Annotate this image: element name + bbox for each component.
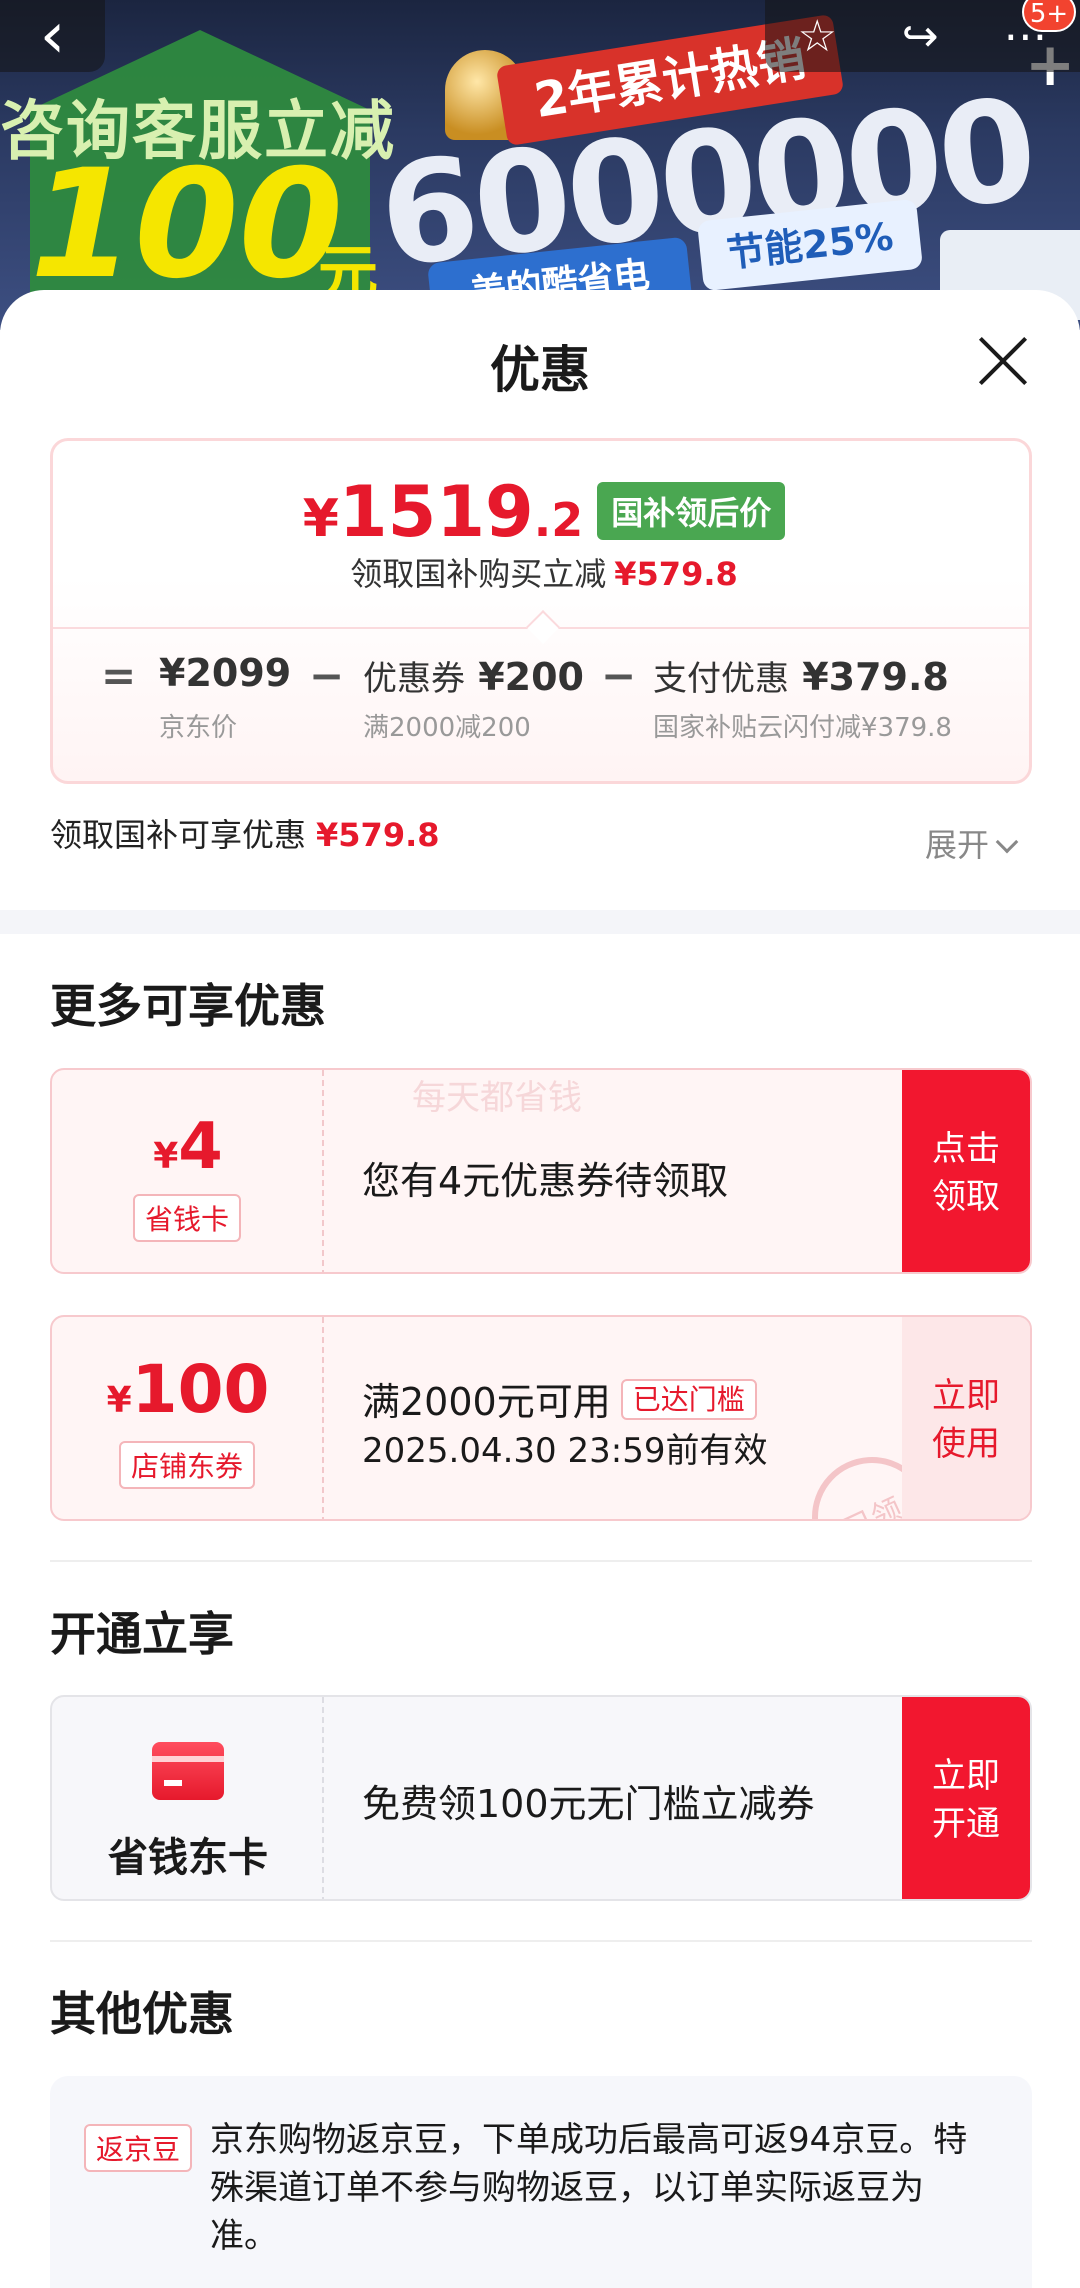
other-discount-box: 返京豆 京东购物返京豆，下单成功后最高可返94京豆。特殊渠道订单不参与购物返豆，… bbox=[50, 2076, 1032, 2288]
membership-text: 免费领100元无门槛立减券 bbox=[362, 1782, 815, 1826]
coupon-watermark: 每天都省钱 bbox=[412, 1078, 582, 1118]
coupon-amount: ¥100 bbox=[52, 1351, 324, 1428]
coupon-left: ¥100 店铺东券 bbox=[52, 1317, 324, 1519]
coupon-left: ¥4 省钱卡 bbox=[52, 1070, 324, 1272]
expand-toggle[interactable]: 展开 bbox=[925, 820, 1019, 866]
jd-price-label: 京东价 bbox=[159, 713, 238, 743]
membership-name: 省钱东卡 bbox=[108, 1835, 268, 1881]
coupon-text: 您有4元优惠券待领取 bbox=[362, 1159, 729, 1203]
close-icon[interactable] bbox=[975, 333, 1031, 389]
price-sub-line: 领取国补购买立减 ¥579.8 bbox=[53, 549, 1029, 595]
coupon-condition: 满2000元可用 已达门槛 bbox=[362, 1371, 757, 1426]
gov-subsidy-tag: 国补领后价 bbox=[597, 482, 786, 540]
section-divider bbox=[50, 1940, 1032, 1942]
credit-card-icon bbox=[152, 1742, 224, 1800]
chevron-down-icon bbox=[995, 830, 1019, 854]
open-membership-button[interactable]: 立即 开通 bbox=[902, 1697, 1030, 1899]
coupon-breakdown-value: ¥200 bbox=[478, 655, 584, 699]
price-integer: 1519 bbox=[338, 471, 534, 553]
coupon-card-saving: ¥4 省钱卡 每天都省钱 您有4元优惠券待领取 点击 领取 bbox=[50, 1068, 1032, 1274]
final-price: ¥1519.2 bbox=[303, 471, 584, 553]
price-decimal: .2 bbox=[533, 493, 584, 547]
minus-sign-1: − bbox=[309, 651, 345, 700]
expand-label: 展开 bbox=[925, 826, 990, 864]
price-symbol: ¥ bbox=[302, 489, 339, 549]
equals-sign: = bbox=[101, 651, 137, 700]
open-membership-title: 开通立享 bbox=[50, 1607, 234, 1661]
coupon-amount-value: 4 bbox=[178, 1110, 223, 1184]
section-gap bbox=[0, 910, 1080, 934]
price-breakdown: = ¥2099 京东价 − 优惠券 ¥200 满2000减200 − 支付优惠 … bbox=[53, 651, 1029, 771]
share-icon[interactable]: ↪ bbox=[902, 11, 939, 62]
price-card: ¥1519.2 国补领后价 领取国补购买立减 ¥579.8 = ¥2099 京东价… bbox=[50, 438, 1032, 784]
star-icon[interactable]: ☆ bbox=[797, 11, 836, 62]
pay-breakdown-value: ¥379.8 bbox=[802, 655, 949, 699]
jd-bean-text: 京东购物返京豆，下单成功后最高可返94京豆。特殊渠道订单不参与购物返豆，以订单实… bbox=[210, 2120, 968, 2256]
coupon-breakdown-desc: 满2000减200 bbox=[363, 713, 531, 743]
jd-price: ¥2099 bbox=[159, 651, 292, 695]
enjoy-value: ¥579.8 bbox=[316, 816, 440, 854]
membership-left: 省钱东卡 bbox=[52, 1697, 324, 1899]
coupon-card-store: ¥100 店铺东券 满2000元可用 已达门槛 2025.04.30 23:59前… bbox=[50, 1315, 1032, 1521]
coupon-type-tag: 省钱卡 bbox=[132, 1194, 242, 1242]
coupon-amount: ¥4 bbox=[52, 1110, 324, 1184]
claim-button[interactable]: 点击 领取 bbox=[902, 1070, 1030, 1272]
price-sub-value: ¥579.8 bbox=[614, 555, 738, 593]
pay-breakdown-label: 支付优惠 bbox=[653, 659, 789, 699]
open-membership-label: 立即 开通 bbox=[932, 1756, 1000, 1844]
notification-badge: 5+ bbox=[1022, 0, 1076, 32]
chevron-left-icon: ‹ bbox=[39, 0, 66, 73]
coupon-amount-value: 100 bbox=[131, 1351, 270, 1428]
minus-sign-2: − bbox=[601, 651, 637, 700]
enjoy-line: 领取国补可享优惠 ¥579.8 bbox=[50, 810, 440, 856]
other-discounts-title: 其他优惠 bbox=[50, 1987, 234, 2041]
sheet-title: 优惠 bbox=[490, 341, 590, 399]
divider-notch bbox=[526, 610, 560, 644]
coupon-breakdown: 优惠券 ¥200 bbox=[363, 651, 584, 700]
use-button[interactable]: 立即 使用 bbox=[902, 1317, 1030, 1519]
coupon-symbol: ¥ bbox=[106, 1380, 132, 1421]
use-button-label: 立即 使用 bbox=[932, 1376, 1000, 1464]
coupon-expiry: 2025.04.30 23:59前有效 bbox=[362, 1431, 768, 1471]
pay-breakdown-desc: 国家补贴云闪付减¥379.8 bbox=[653, 713, 952, 743]
claim-button-label: 点击 领取 bbox=[932, 1129, 1000, 1217]
price-sub-label: 领取国补购买立减 bbox=[350, 555, 607, 593]
pay-breakdown: 支付优惠 ¥379.8 bbox=[653, 651, 949, 700]
membership-card: 省钱东卡 免费领100元无门槛立减券 立即 开通 bbox=[50, 1695, 1032, 1901]
banner-promo-amount: 100 bbox=[30, 138, 344, 312]
more-discounts-title: 更多可享优惠 bbox=[50, 979, 326, 1033]
section-divider bbox=[50, 1560, 1032, 1562]
coupon-type-tag: 店铺东券 bbox=[118, 1441, 256, 1489]
price-row: ¥1519.2 国补领后价 bbox=[53, 471, 1029, 553]
jd-bean-tag: 返京豆 bbox=[84, 2124, 193, 2172]
coupon-condition-text: 满2000元可用 bbox=[362, 1380, 611, 1424]
discount-sheet: 优惠 ¥1519.2 国补领后价 领取国补购买立减 ¥579.8 = ¥2099 … bbox=[0, 290, 1080, 2288]
threshold-reached-badge: 已达门槛 bbox=[620, 1379, 757, 1420]
enjoy-label: 领取国补可享优惠 bbox=[50, 816, 307, 854]
coupon-breakdown-label: 优惠券 bbox=[363, 659, 465, 699]
back-button[interactable]: ‹ bbox=[0, 0, 105, 73]
coupon-symbol: ¥ bbox=[153, 1136, 179, 1177]
